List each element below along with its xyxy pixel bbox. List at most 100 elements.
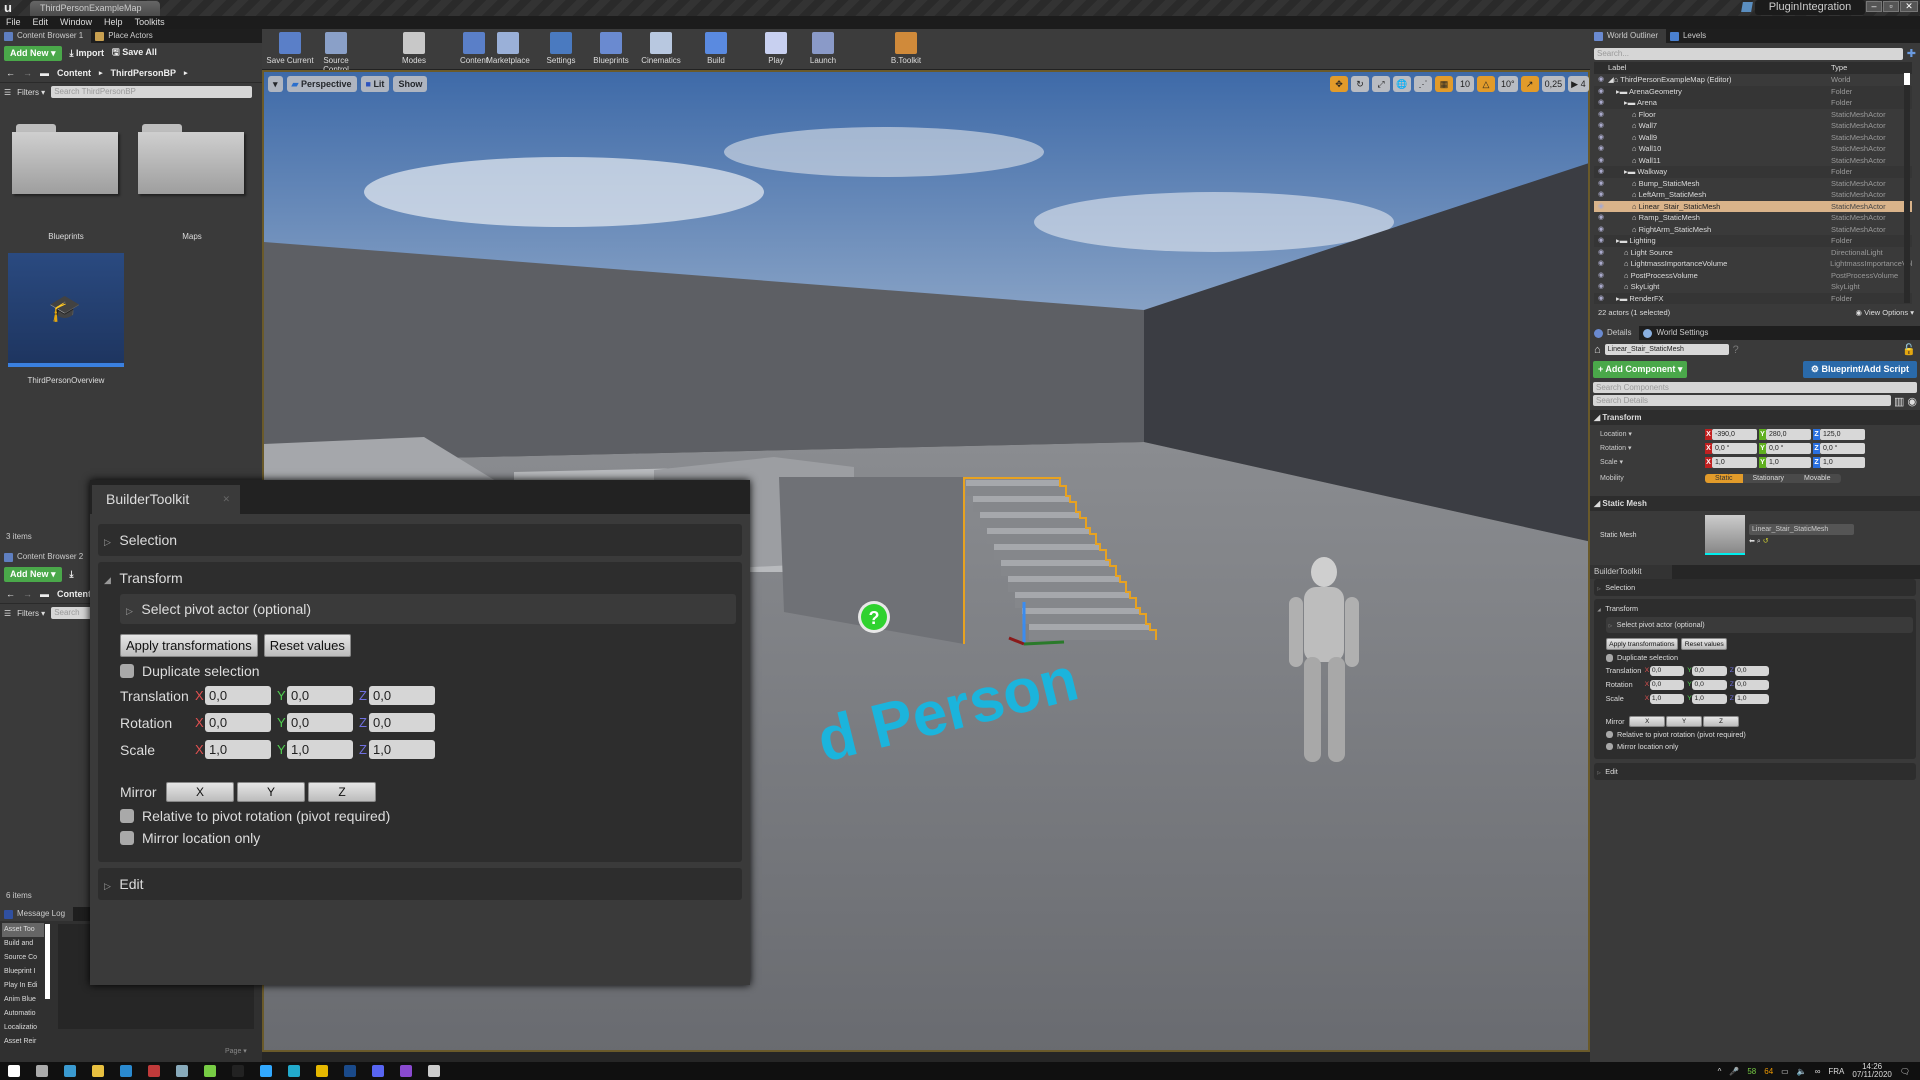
scale-x-input[interactable]: 1,0 [1712, 456, 1757, 468]
play-button[interactable]: Play [752, 31, 800, 69]
mirror-location-only-checkbox[interactable] [1605, 743, 1613, 751]
rotation-snap-value[interactable]: 10° [1498, 76, 1518, 92]
rotation-snap-icon[interactable]: △ [1477, 76, 1495, 92]
rotation-x-input[interactable]: 0,0 [1649, 680, 1685, 690]
taskbar-edge[interactable] [56, 1062, 84, 1080]
add-component-button[interactable]: + Add Component ▾ [1593, 361, 1688, 378]
outliner-row[interactable]: ◉ ⌂ Wall11 StaticMeshActor [1594, 155, 1912, 167]
message-log-category[interactable]: Automatio [2, 1007, 44, 1021]
sources-toggle-icon[interactable]: ☰ [4, 88, 11, 97]
docked-pivot-section[interactable]: ▷ Select pivot actor (optional) [1605, 616, 1913, 633]
close-button[interactable]: ✕ [1900, 1, 1918, 12]
outliner-row[interactable]: ◉ ⌂ Bump_StaticMesh StaticMeshActor [1594, 178, 1912, 190]
add-new-button[interactable]: Add New ▾ [4, 45, 62, 61]
scale-mode-icon[interactable]: ⤢ [1372, 76, 1390, 92]
mirror-y-button[interactable]: Y [1666, 715, 1702, 727]
location-label[interactable]: Location ▾ [1600, 430, 1705, 438]
volume-icon[interactable]: 🔈 [1797, 1067, 1807, 1076]
float-section-selection[interactable]: ▷ Selection [98, 524, 742, 556]
page-dropdown[interactable]: Page ▾ [225, 1047, 247, 1055]
duplicate-selection-checkbox[interactable] [1605, 654, 1613, 662]
search-details-input[interactable]: Search Details [1593, 395, 1891, 406]
tab-builder-toolkit-docked[interactable]: BuilderToolkit [1590, 565, 1672, 579]
mobility-movable[interactable]: Movable [1794, 474, 1841, 483]
scale-z-input[interactable]: 1,0 [1734, 694, 1770, 704]
minimize-button[interactable]: – [1866, 1, 1882, 12]
message-log-category[interactable]: Source Co [2, 951, 44, 965]
tab-world-outliner[interactable]: World Outliner [1590, 29, 1666, 43]
scale-snap-value[interactable]: 0,25 [1541, 76, 1566, 92]
mirror-x-button[interactable]: X [166, 782, 234, 802]
taskbar-unreal-engine[interactable] [420, 1062, 448, 1080]
column-label[interactable]: Label [1608, 62, 1831, 74]
viewport-menu-button[interactable]: ▾ [268, 76, 283, 92]
cinematics-button[interactable]: Cinematics [637, 31, 685, 69]
message-log-category[interactable]: Blueprint I [2, 965, 44, 979]
outliner-scrollbar[interactable] [1904, 73, 1910, 303]
lock-icon[interactable]: 🔓 [1902, 343, 1916, 356]
message-log-category[interactable]: Asset Reir [2, 1035, 44, 1049]
breadcrumb-content[interactable]: Content [57, 68, 91, 78]
outliner-row[interactable]: ◉ ⌂ SkyLight SkyLight [1594, 281, 1912, 293]
link-icon[interactable]: ∞ [1815, 1067, 1821, 1076]
outliner-row[interactable]: ◉ ⌂ Floor StaticMeshActor [1594, 109, 1912, 121]
property-matrix-icon[interactable]: ▥ [1894, 395, 1904, 408]
asset-folder-maps[interactable] [138, 124, 244, 194]
visibility-eye-icon[interactable]: ◉ [1594, 270, 1608, 282]
location-x-input[interactable]: -390,0 [1712, 428, 1757, 440]
scale-x-input[interactable]: 1,0 [1649, 694, 1685, 704]
reset-values-button[interactable]: Reset values [263, 634, 351, 657]
taskbar-discord[interactable] [364, 1062, 392, 1080]
float-section-edit[interactable]: ▷ Edit [98, 868, 742, 900]
float-section-transform[interactable]: ◢ Transform ▷ Select pivot actor (optiona… [98, 562, 742, 862]
outliner-row[interactable]: ◉ ⌂ Ramp_StaticMesh StaticMeshActor [1594, 212, 1912, 224]
visibility-eye-icon[interactable]: ◉ [1594, 224, 1608, 236]
outliner-row[interactable]: ◉ ⌂ PostProcessVolume PostProcessVolume [1594, 270, 1912, 282]
view-options-button[interactable]: ◉ View Options ▾ [1855, 308, 1914, 318]
outliner-row[interactable]: ◉ ⌂ Wall7 StaticMeshActor [1594, 120, 1912, 132]
taskbar-file-explorer[interactable] [84, 1062, 112, 1080]
tab-builder-toolkit[interactable]: BuilderToolkit ✕ [92, 485, 240, 514]
taskbar-task-view[interactable] [28, 1062, 56, 1080]
maximize-button[interactable]: ▫ [1883, 1, 1899, 12]
outliner-search-input[interactable]: Search... [1594, 47, 1903, 60]
camera-speed-button[interactable]: ▶ 4 [1568, 76, 1589, 92]
mirror-y-button[interactable]: Y [237, 782, 305, 802]
reset-values-button[interactable]: Reset values [1681, 638, 1728, 651]
outliner-row[interactable]: ◉ ▸▬ Arena Folder [1594, 97, 1912, 109]
build-button[interactable]: Build [692, 31, 740, 69]
sources-toggle-icon[interactable]: ☰ [4, 609, 11, 618]
rotation-y-input[interactable]: 0,0 [287, 713, 353, 732]
float-pivot-section[interactable]: ▷ Select pivot actor (optional) [120, 594, 736, 624]
taskbar-app-diamond[interactable] [308, 1062, 336, 1080]
b-toolkit-button[interactable]: B.Toolkit [882, 31, 930, 69]
marketplace-button[interactable]: Marketplace [484, 31, 532, 69]
rotation-y-input[interactable]: 0,0 [1692, 680, 1727, 690]
rotation-z-input[interactable]: 0,0 [369, 713, 435, 732]
translation-y-input[interactable]: 0,0 [287, 686, 353, 705]
add-new-button-2[interactable]: Add New ▾ [4, 566, 62, 582]
transform-category[interactable]: ◢ Transform [1590, 410, 1920, 425]
taskbar-notepad[interactable] [196, 1062, 224, 1080]
translation-z-input[interactable]: 0,0 [369, 686, 435, 705]
scale-z-input[interactable]: 1,0 [369, 740, 435, 759]
rotation-x-input[interactable]: 0,0 [205, 713, 271, 732]
visibility-eye-icon[interactable]: ◉ [1594, 143, 1608, 155]
filters-button[interactable]: Filters ▾ [17, 88, 45, 97]
outliner-row[interactable]: ◉ ⌂ RightArm_StaticMesh StaticMeshActor [1594, 224, 1912, 236]
visibility-eye-icon[interactable]: ◉ [1594, 235, 1608, 247]
tab-levels[interactable]: Levels [1666, 29, 1714, 43]
visibility-eye-icon[interactable]: ◉ [1594, 201, 1608, 213]
taskbar-teamviewer[interactable] [112, 1062, 140, 1080]
settings-button[interactable]: Settings [537, 31, 585, 69]
message-log-category[interactable]: Build and [2, 937, 44, 951]
outliner-row[interactable]: ◉ ▸▬ RenderFX Folder [1594, 292, 1912, 304]
visibility-eye-icon[interactable]: ◉ [1594, 155, 1608, 167]
modes-button[interactable]: Modes [390, 31, 438, 69]
translation-z-input[interactable]: 0,0 [1734, 666, 1770, 676]
grid-snap-value[interactable]: 10 [1456, 76, 1474, 92]
visibility-eye-icon[interactable]: ◉ [1594, 86, 1608, 98]
show-button[interactable]: Show [393, 76, 428, 92]
menu-window[interactable]: Window [60, 16, 92, 29]
taskbar-epic-games[interactable] [224, 1062, 252, 1080]
